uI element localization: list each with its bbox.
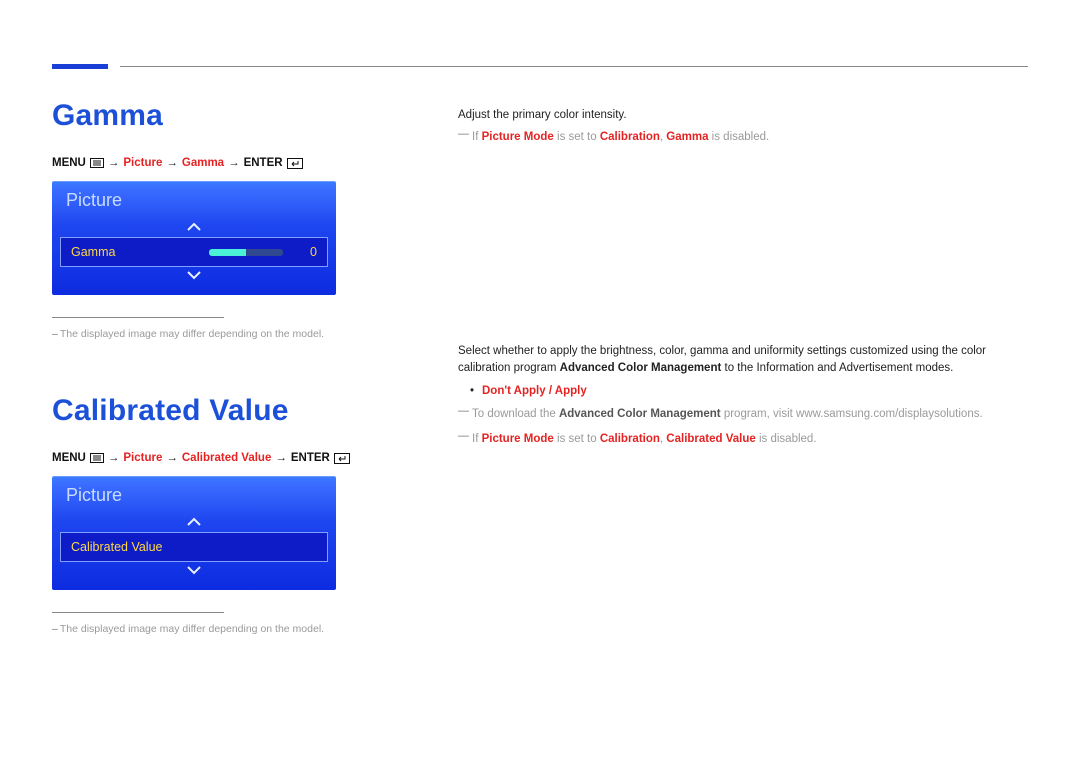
download-note: To download the Advanced Color Managemen…: [458, 405, 1028, 423]
cv-disabled-note: If Picture Mode is set to Calibration, C…: [458, 430, 1028, 448]
section-title: Calibrated Value: [52, 394, 392, 428]
enter-icon: [334, 453, 350, 464]
osd-row-value: 0: [307, 245, 317, 259]
menu-icon: [90, 453, 104, 463]
breadcrumb: MENU → Picture → Calibrated Value → ENTE…: [52, 452, 392, 464]
osd-header: Picture: [52, 181, 336, 219]
divider: [52, 317, 224, 318]
osd-row-label: Gamma: [71, 245, 115, 259]
osd-header: Picture: [52, 476, 336, 514]
breadcrumb: MENU → Picture → Gamma → ENTER: [52, 157, 392, 169]
breadcrumb-item: Gamma: [182, 157, 224, 169]
osd-row[interactable]: Calibrated Value: [60, 532, 328, 562]
gamma-desc: Adjust the primary color intensity.: [458, 107, 1028, 124]
top-rule: [120, 66, 1028, 67]
chevron-down-icon[interactable]: [52, 267, 336, 285]
gamma-note: If Picture Mode is set to Calibration, G…: [458, 128, 1028, 146]
arrow-sep: →: [166, 452, 178, 464]
arrow-sep: →: [228, 157, 240, 169]
calibrated-value-description-block: Select whether to apply the brightness, …: [458, 343, 1028, 448]
breadcrumb-menu: MENU: [52, 157, 86, 169]
accent-bar: [52, 64, 108, 69]
image-note: –The displayed image may differ dependin…: [52, 623, 392, 635]
chevron-up-icon[interactable]: [52, 514, 336, 532]
breadcrumb-enter: ENTER: [244, 157, 283, 169]
enter-icon: [287, 158, 303, 169]
breadcrumb-menu: MENU: [52, 452, 86, 464]
apply-options: Don't Apply / Apply: [458, 385, 1028, 397]
arrow-sep: →: [108, 157, 120, 169]
osd-panel: Picture Calibrated Value: [52, 476, 336, 590]
arrow-sep: →: [275, 452, 287, 464]
chevron-up-icon[interactable]: [52, 219, 336, 237]
menu-icon: [90, 158, 104, 168]
breadcrumb-enter: ENTER: [291, 452, 330, 464]
breadcrumb-picture: Picture: [123, 157, 162, 169]
osd-row[interactable]: Gamma 0: [60, 237, 328, 267]
osd-slider-bar: [209, 249, 283, 256]
gamma-description-block: Adjust the primary color intensity. If P…: [458, 107, 1028, 147]
arrow-sep: →: [108, 452, 120, 464]
breadcrumb-picture: Picture: [123, 452, 162, 464]
right-column: Adjust the primary color intensity. If P…: [458, 99, 1028, 689]
osd-panel: Picture Gamma 0: [52, 181, 336, 295]
osd-row-label: Calibrated Value: [71, 540, 163, 554]
section-title: Gamma: [52, 99, 392, 133]
cv-desc: Select whether to apply the brightness, …: [458, 343, 1028, 378]
left-column: Gamma MENU → Picture → Gamma → ENTER Pic…: [52, 99, 392, 689]
chevron-down-icon[interactable]: [52, 562, 336, 580]
divider: [52, 612, 224, 613]
image-note: –The displayed image may differ dependin…: [52, 328, 392, 340]
arrow-sep: →: [166, 157, 178, 169]
gamma-section: Gamma MENU → Picture → Gamma → ENTER Pic…: [52, 99, 392, 340]
breadcrumb-item: Calibrated Value: [182, 452, 271, 464]
calibrated-value-section: Calibrated Value MENU → Picture → Calibr…: [52, 394, 392, 635]
